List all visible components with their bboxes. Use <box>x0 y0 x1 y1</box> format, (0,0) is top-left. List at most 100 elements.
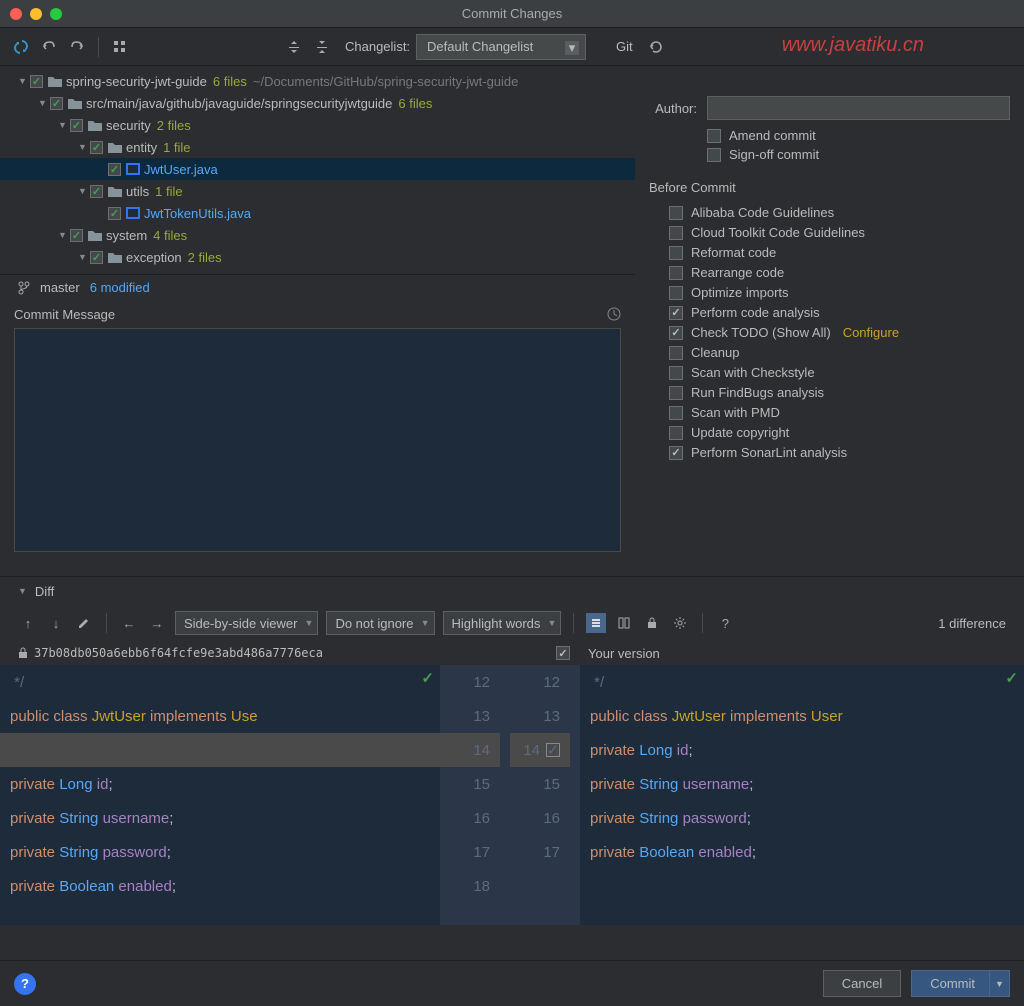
changelist-select[interactable]: Default Changelist ▾ <box>416 34 586 60</box>
tree-row-exception[interactable]: ▼ exception 2 files <box>0 246 635 268</box>
checkbox[interactable] <box>669 346 683 360</box>
diff-header[interactable]: ▼ Diff <box>0 577 1024 605</box>
checkbox[interactable] <box>669 206 683 220</box>
help-icon[interactable]: ? <box>715 613 735 633</box>
gear-icon[interactable] <box>670 613 690 633</box>
separator <box>702 613 703 633</box>
diff-left-pane[interactable]: ✓ */ public class JwtUser implements Use… <box>0 665 440 925</box>
checkbox[interactable] <box>669 326 683 340</box>
revision-checkbox[interactable] <box>556 646 570 660</box>
bc-reformat[interactable]: Reformat code <box>669 245 1010 260</box>
bc-rearrange[interactable]: Rearrange code <box>669 265 1010 280</box>
configure-link[interactable]: Configure <box>843 325 899 340</box>
redo-icon[interactable] <box>66 36 88 58</box>
undo-icon[interactable] <box>38 36 60 58</box>
tree-row-security[interactable]: ▼ security 2 files <box>0 114 635 136</box>
author-input[interactable] <box>707 96 1010 120</box>
tree-row-root[interactable]: ▼ spring-security-jwt-guide 6 files ~/Do… <box>0 70 635 92</box>
signoff-checkbox[interactable] <box>707 148 721 162</box>
cancel-button[interactable]: Cancel <box>823 970 901 997</box>
checkbox[interactable] <box>669 426 683 440</box>
bc-optimize[interactable]: Optimize imports <box>669 285 1010 300</box>
bc-analysis[interactable]: Perform code analysis <box>669 305 1010 320</box>
checkbox[interactable] <box>669 286 683 300</box>
tree-count: 4 files <box>153 228 187 243</box>
commit-message-input[interactable] <box>14 328 621 552</box>
diff-right-pane[interactable]: ✓ */ public class JwtUser implements Use… <box>580 665 1024 925</box>
forward-icon[interactable]: → <box>147 613 167 633</box>
bc-todo[interactable]: Check TODO (Show All)Configure <box>669 325 1010 340</box>
highlight-mode-select[interactable]: Highlight words▼ <box>443 611 562 635</box>
tree-row-utils[interactable]: ▼ utils 1 file <box>0 180 635 202</box>
refresh-icon[interactable] <box>10 36 32 58</box>
line-checkbox[interactable]: ✓ <box>546 743 560 757</box>
bc-findbugs[interactable]: Run FindBugs analysis <box>669 385 1010 400</box>
commit-button[interactable]: Commit▼ <box>911 970 1010 997</box>
amend-label: Amend commit <box>729 128 816 143</box>
tree-checkbox[interactable] <box>90 251 103 264</box>
lock-icon[interactable] <box>642 613 662 633</box>
tree-checkbox[interactable] <box>30 75 43 88</box>
diff-code-area[interactable]: ✓ */ public class JwtUser implements Use… <box>0 665 1024 925</box>
next-diff-icon[interactable]: ↓ <box>46 613 66 633</box>
commit-split-icon[interactable]: ▼ <box>989 971 1009 996</box>
back-icon[interactable]: ← <box>119 613 139 633</box>
bc-cleanup[interactable]: Cleanup <box>669 345 1010 360</box>
tree-row-system[interactable]: ▼ system 4 files <box>0 224 635 246</box>
edit-icon[interactable] <box>74 613 94 633</box>
bc-pmd[interactable]: Scan with PMD <box>669 405 1010 420</box>
checkbox[interactable] <box>669 246 683 260</box>
tree-checkbox[interactable] <box>108 163 121 176</box>
tree-row-jwtutils[interactable]: JwtTokenUtils.java <box>0 202 635 224</box>
folder-icon <box>108 251 122 263</box>
tree-checkbox[interactable] <box>108 207 121 220</box>
collapse-unchanged-icon[interactable] <box>586 613 606 633</box>
prev-diff-icon[interactable]: ↑ <box>18 613 38 633</box>
help-button[interactable]: ? <box>14 973 36 995</box>
lock-icon <box>18 647 28 659</box>
checkbox[interactable] <box>669 366 683 380</box>
bc-checkstyle[interactable]: Scan with Checkstyle <box>669 365 1010 380</box>
difference-count: 1 difference <box>938 616 1006 631</box>
bc-copyright[interactable]: Update copyright <box>669 425 1010 440</box>
changes-tree[interactable]: ▼ spring-security-jwt-guide 6 files ~/Do… <box>0 66 635 274</box>
branch-modified-count[interactable]: 6 modified <box>90 280 150 295</box>
tree-checkbox[interactable] <box>90 141 103 154</box>
signoff-row[interactable]: Sign-off commit <box>707 147 1010 162</box>
amend-checkbox[interactable] <box>707 129 721 143</box>
bc-alibaba[interactable]: Alibaba Code Guidelines <box>669 205 1010 220</box>
viewer-mode-select[interactable]: Side-by-side viewer▼ <box>175 611 318 635</box>
tree-checkbox[interactable] <box>90 185 103 198</box>
history-icon[interactable] <box>607 307 621 321</box>
tree-row-jwtuser[interactable]: JwtUser.java <box>0 158 635 180</box>
tree-checkbox[interactable] <box>70 119 83 132</box>
chevron-down-icon: ▾ <box>565 41 579 55</box>
window-minimize-button[interactable] <box>30 8 42 20</box>
tree-row-src[interactable]: ▼ src/main/java/github/javaguide/springs… <box>0 92 635 114</box>
tree-count: 1 file <box>155 184 182 199</box>
bc-sonarlint[interactable]: Perform SonarLint analysis <box>669 445 1010 460</box>
checkbox[interactable] <box>669 406 683 420</box>
expand-all-icon[interactable] <box>283 36 305 58</box>
group-icon[interactable] <box>109 36 131 58</box>
checkbox[interactable] <box>669 446 683 460</box>
checkbox[interactable] <box>669 386 683 400</box>
checkbox[interactable] <box>669 266 683 280</box>
collapse-all-icon[interactable] <box>311 36 333 58</box>
sync-scroll-icon[interactable] <box>614 613 634 633</box>
button-group: Cancel Commit▼ <box>823 970 1010 997</box>
branch-name[interactable]: master <box>40 280 80 295</box>
checkbox[interactable] <box>669 226 683 240</box>
tree-row-entity[interactable]: ▼ entity 1 file <box>0 136 635 158</box>
git-refresh-icon[interactable] <box>645 36 667 58</box>
window-controls <box>0 8 62 20</box>
window-maximize-button[interactable] <box>50 8 62 20</box>
checkbox[interactable] <box>669 306 683 320</box>
window-close-button[interactable] <box>10 8 22 20</box>
tree-checkbox[interactable] <box>70 229 83 242</box>
tree-checkbox[interactable] <box>50 97 63 110</box>
ignore-mode-select[interactable]: Do not ignore▼ <box>326 611 434 635</box>
diff-revision-bar: 37b08db050a6ebb6f64fcfe9e3abd486a7776eca… <box>0 641 1024 665</box>
bc-cloud[interactable]: Cloud Toolkit Code Guidelines <box>669 225 1010 240</box>
amend-row[interactable]: Amend commit <box>707 128 1010 143</box>
